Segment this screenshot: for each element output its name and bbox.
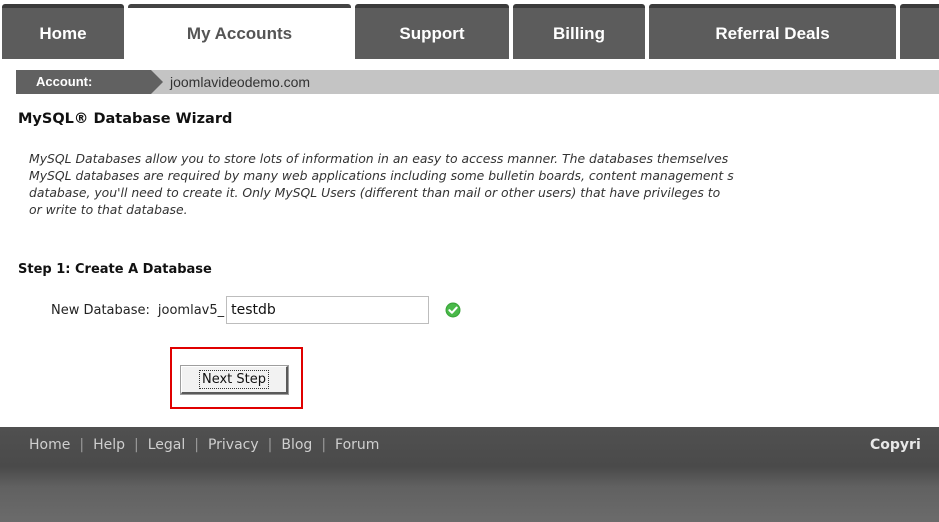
footer-separator: | xyxy=(267,437,273,453)
footer: Home | Help | Legal | Privacy | Blog | F… xyxy=(0,427,939,522)
new-database-input[interactable] xyxy=(226,296,430,324)
tab-billing[interactable]: Billing xyxy=(513,4,645,59)
footer-links: Home | Help | Legal | Privacy | Blog | F… xyxy=(29,437,379,453)
intro-line: MySQL databases are required by many web… xyxy=(29,168,734,183)
account-breadcrumb: Account: joomlavideodemo.com xyxy=(16,70,939,94)
tab-overflow[interactable] xyxy=(900,4,939,59)
check-circle-icon xyxy=(445,302,461,318)
breadcrumb-arrow-icon xyxy=(151,70,163,94)
account-label: Account: xyxy=(16,70,151,94)
next-step-button[interactable]: Next Step xyxy=(180,365,289,395)
main-tab-bar: Home My Accounts Support Billing Referra… xyxy=(0,0,939,62)
footer-separator: | xyxy=(133,437,139,453)
footer-link-home[interactable]: Home xyxy=(29,437,70,453)
tab-support[interactable]: Support xyxy=(355,4,509,59)
tab-my-accounts[interactable]: My Accounts xyxy=(128,4,351,59)
footer-link-legal[interactable]: Legal xyxy=(148,437,186,453)
footer-link-privacy[interactable]: Privacy xyxy=(208,437,259,453)
tab-referral-deals[interactable]: Referral Deals xyxy=(649,4,896,59)
intro-text: MySQL Databases allow you to store lots … xyxy=(29,150,939,218)
copyright-text: Copyri xyxy=(870,437,921,453)
footer-separator: | xyxy=(79,437,85,453)
intro-line: MySQL Databases allow you to store lots … xyxy=(29,151,729,166)
database-prefix: joomlav5_ xyxy=(157,302,225,318)
next-step-label: Next Step xyxy=(198,370,270,389)
intro-line: database, you'll need to create it. Only… xyxy=(29,185,721,200)
new-database-label: New Database: xyxy=(51,302,150,318)
footer-link-blog[interactable]: Blog xyxy=(281,437,312,453)
step-title: Step 1: Create A Database xyxy=(18,262,212,277)
footer-separator: | xyxy=(194,437,199,453)
footer-separator: | xyxy=(321,437,327,453)
account-domain: joomlavideodemo.com xyxy=(170,74,311,90)
tab-home[interactable]: Home xyxy=(2,4,124,59)
footer-link-help[interactable]: Help xyxy=(93,437,125,453)
intro-line: or write to that database. xyxy=(29,202,188,217)
new-database-row: New Database: joomlav5_ xyxy=(51,296,461,324)
page-title: MySQL® Database Wizard xyxy=(18,111,233,127)
footer-link-forum[interactable]: Forum xyxy=(335,437,379,453)
